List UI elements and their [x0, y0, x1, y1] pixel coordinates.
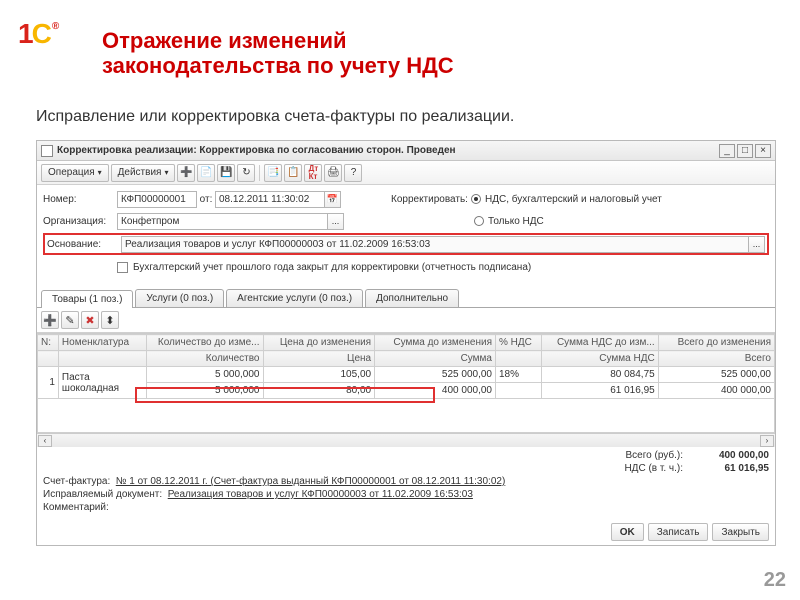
link-sf[interactable]: № 1 от 08.12.2011 г. (Счет-фактура выдан… — [116, 476, 506, 487]
basis-field[interactable]: Реализация товаров и услуг КФП00000003 о… — [121, 236, 749, 253]
cell-vatsum[interactable]: 61 016,95 — [542, 383, 658, 399]
maximize-button[interactable]: □ — [737, 144, 753, 158]
col-qty-before[interactable]: Количество до изме... — [147, 335, 263, 351]
org-select-button[interactable]: ... — [328, 213, 344, 230]
value-vat-incl: 61 016,95 — [689, 463, 769, 474]
date-picker-button[interactable]: 📅 — [325, 191, 341, 208]
add-icon[interactable]: ➕ — [177, 164, 195, 182]
date-field[interactable]: 08.12.2011 11:30:02 — [215, 191, 325, 208]
actions-menu[interactable]: Действия▾ — [111, 164, 176, 182]
window-title: Корректировка реализации: Корректировка … — [57, 145, 456, 156]
value-total: 400 000,00 — [689, 450, 769, 461]
page-title-line1: Отражение изменений — [102, 28, 454, 53]
table-row[interactable]: 1 Паста шоколадная 5 000,000 105,00 525 … — [38, 367, 775, 383]
label-total: Всего (руб.): — [625, 450, 683, 461]
col-nomen[interactable]: Номенклатура — [58, 335, 146, 351]
label-correct: Корректировать: — [391, 194, 471, 205]
tab-services[interactable]: Услуги (0 поз.) — [135, 289, 224, 307]
col-vatsum-before[interactable]: Сумма НДС до изм... — [542, 335, 658, 351]
horizontal-scrollbar[interactable]: ‹ › — [37, 433, 775, 447]
col-sum-before[interactable]: Сумма до изменения — [375, 335, 496, 351]
close-form-button[interactable]: Закрыть — [712, 523, 769, 541]
label-org: Организация: — [43, 216, 117, 227]
cell-vat[interactable]: 18% — [495, 367, 541, 383]
page-title: Отражение изменений законодательства по … — [102, 28, 454, 79]
operation-menu[interactable]: Операция▾ — [41, 164, 109, 182]
cell-sum-b[interactable]: 525 000,00 — [375, 367, 496, 383]
add-row-icon[interactable]: ➕ — [41, 311, 59, 329]
label-sf: Счет-фактура: — [43, 476, 110, 487]
grid-toolbar: ➕ ✎ ✖ ⬍ — [37, 308, 775, 333]
page-title-line2: законодательства по учету НДС — [102, 53, 454, 78]
col-sum[interactable]: Сумма — [375, 351, 496, 367]
label-number: Номер: — [43, 194, 117, 205]
col-qty[interactable]: Количество — [147, 351, 263, 367]
org-field[interactable]: Конфетпром — [117, 213, 328, 230]
edit-row-icon[interactable]: ✎ — [61, 311, 79, 329]
delete-row-icon[interactable]: ✖ — [81, 311, 99, 329]
col-n[interactable]: N: — [38, 335, 59, 351]
table-row[interactable]: 5 000,000 80,00 400 000,00 61 016,95 400… — [38, 383, 775, 399]
link-corrected-doc[interactable]: Реализация товаров и услуг КФП00000003 о… — [168, 489, 473, 500]
closed-year-label: Бухгалтерский учет прошлого года закрыт … — [133, 262, 531, 273]
label-corrected-doc: Исправляемый документ: — [43, 489, 162, 500]
col-total[interactable]: Всего — [658, 351, 774, 367]
label-comment: Комментарий: — [43, 502, 109, 513]
titlebar: Корректировка реализации: Корректировка … — [37, 141, 775, 161]
post-icon[interactable]: 📄 — [197, 164, 215, 182]
ok-button[interactable]: OK — [611, 523, 644, 541]
cell-total[interactable]: 400 000,00 — [658, 383, 774, 399]
closed-year-checkbox[interactable] — [117, 262, 128, 273]
scroll-left-icon[interactable]: ‹ — [38, 435, 52, 447]
basis-icon[interactable]: 📋 — [284, 164, 302, 182]
tab-additional[interactable]: Дополнительно — [365, 289, 459, 307]
col-vatsum[interactable]: Сумма НДС — [542, 351, 658, 367]
cell-price[interactable]: 80,00 — [263, 383, 375, 399]
footer: Всего (руб.): 400 000,00 НДС (в т. ч.): 61… — [37, 447, 775, 516]
page-number: 22 — [764, 569, 786, 592]
radio-only-vat[interactable]: Только НДС — [474, 216, 544, 227]
fill-icon[interactable]: ⬍ — [101, 311, 119, 329]
goods-grid: N: Номенклатура Количество до изме... Це… — [37, 333, 775, 447]
cell-qty[interactable]: 5 000,000 — [147, 383, 263, 399]
post-green-icon[interactable]: 📑 — [264, 164, 282, 182]
save-button[interactable]: Записать — [648, 523, 709, 541]
minimize-button[interactable]: _ — [719, 144, 735, 158]
app-window: Корректировка реализации: Корректировка … — [36, 140, 776, 546]
document-icon — [41, 145, 53, 157]
bottom-buttons: OK Записать Закрыть — [611, 523, 769, 541]
cell-total-b[interactable]: 525 000,00 — [658, 367, 774, 383]
tab-agent[interactable]: Агентские услуги (0 поз.) — [226, 289, 363, 307]
basis-select-button[interactable]: ... — [749, 236, 765, 253]
form-area: Номер: КФП00000001 от: 08.12.2011 11:30:… — [37, 185, 775, 283]
col-price[interactable]: Цена — [263, 351, 375, 367]
main-toolbar: Операция▾ Действия▾ ➕ 📄 💾 ↻ 📑 📋 ДтКт 🖨 ? — [37, 161, 775, 185]
cell-nomen[interactable]: Паста шоколадная — [58, 367, 146, 399]
dtkt-icon[interactable]: ДтКт — [304, 164, 322, 182]
col-total-before[interactable]: Всего до изменения — [658, 335, 774, 351]
cell-sum[interactable]: 400 000,00 — [375, 383, 496, 399]
label-vat-incl: НДС (в т. ч.): — [624, 463, 683, 474]
col-vat[interactable]: % НДС — [495, 335, 541, 351]
save-icon[interactable]: 💾 — [217, 164, 235, 182]
logo-1c: 1C® — [18, 18, 66, 66]
help-icon[interactable]: ? — [344, 164, 362, 182]
radio-full-correction[interactable]: НДС, бухгалтерский и налоговый учет — [471, 194, 662, 205]
close-button[interactable]: × — [755, 144, 771, 158]
label-basis: Основание: — [47, 239, 121, 250]
cell-n[interactable]: 1 — [38, 367, 59, 399]
cell-qty-b[interactable]: 5 000,000 — [147, 367, 263, 383]
print-icon[interactable]: 🖨 — [324, 164, 342, 182]
cell-vatsum-b[interactable]: 80 084,75 — [542, 367, 658, 383]
scroll-right-icon[interactable]: › — [760, 435, 774, 447]
tabs: Товары (1 поз.) Услуги (0 поз.) Агентски… — [37, 289, 775, 308]
cell-price-b[interactable]: 105,00 — [263, 367, 375, 383]
col-price-before[interactable]: Цена до изменения — [263, 335, 375, 351]
tab-goods[interactable]: Товары (1 поз.) — [41, 290, 133, 308]
number-field[interactable]: КФП00000001 — [117, 191, 197, 208]
label-from: от: — [197, 194, 215, 205]
refresh-icon[interactable]: ↻ — [237, 164, 255, 182]
page-subtitle: Исправление или корректировка счета-факт… — [36, 108, 514, 126]
